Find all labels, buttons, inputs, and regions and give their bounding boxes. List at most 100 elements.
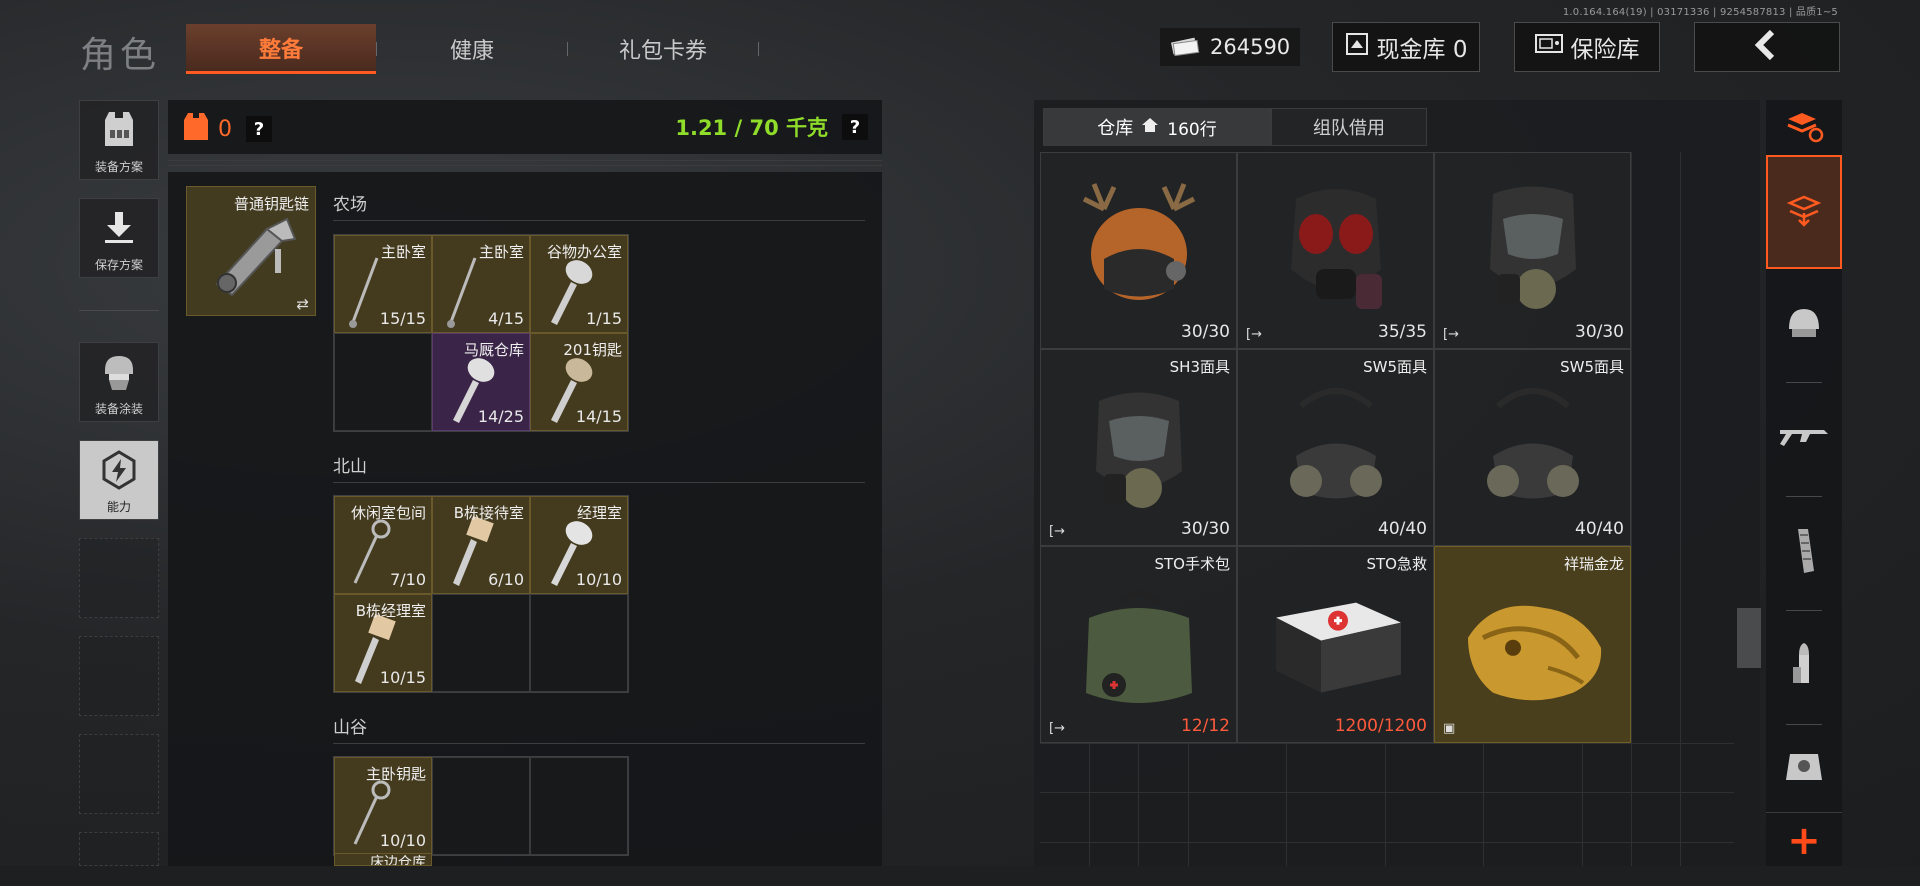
warehouse-item[interactable]: 30/30 <box>1040 152 1237 349</box>
key-name: B栋接待室 <box>453 504 524 522</box>
armor-count: 0 ? <box>182 112 272 146</box>
cash-vault-button[interactable]: 现金库 0 <box>1332 22 1480 72</box>
item-durability: 40/40 <box>1575 519 1624 539</box>
back-button[interactable] <box>1694 22 1840 72</box>
tab-equip[interactable]: 整备 <box>186 24 376 74</box>
sidebar-skin[interactable]: 装备涂装 <box>79 342 159 422</box>
tab-warehouse[interactable]: 仓库 160行 <box>1043 108 1271 146</box>
sidebar-divider <box>79 310 159 311</box>
key-name: 床边仓库 <box>370 855 426 866</box>
home-icon <box>1141 117 1159 138</box>
page-title: 角色 <box>80 35 161 76</box>
sidebar-empty-slot <box>79 832 159 866</box>
surgery-bag-icon <box>1085 589 1192 703</box>
key-name: 主卧钥匙 <box>365 765 426 783</box>
key-slot[interactable]: 主卧室 4/15 <box>432 235 530 333</box>
exit-tag-icon: [→ <box>1049 524 1065 539</box>
key-slot[interactable]: 经理室 10/10 <box>530 496 628 594</box>
key-slot[interactable]: B栋经理室 10/15 <box>334 594 432 692</box>
warehouse-item[interactable]: STO急救 1200/1200 <box>1237 546 1434 743</box>
swap-icon[interactable]: ⇄ <box>296 295 309 313</box>
warehouse-item[interactable]: SH3面具 [→ 30/30 <box>1040 349 1237 546</box>
help-icon[interactable]: ? <box>842 114 868 140</box>
sidebar-label: 保存方案 <box>94 258 143 272</box>
chevron-left-icon <box>1750 28 1784 66</box>
exit-tag-icon: [→ <box>1246 327 1262 342</box>
key-durability: 15/15 <box>379 309 426 328</box>
key-durability: 14/15 <box>575 407 622 426</box>
item-name: 祥瑞金龙 <box>1563 555 1624 573</box>
warehouse-scrollbar[interactable] <box>1737 608 1761 668</box>
category-all-button[interactable] <box>1766 155 1842 269</box>
help-icon[interactable]: ? <box>246 116 272 142</box>
header-divider <box>168 160 882 166</box>
key-slot[interactable]: B栋接待室 6/10 <box>432 496 530 594</box>
sidebar-empty-slot <box>79 538 159 618</box>
keychain-slot[interactable]: 普通钥匙链 ⇄ <box>186 186 316 316</box>
item-durability: 30/30 <box>1181 322 1230 342</box>
key-durability: 6/10 <box>488 570 524 589</box>
key-grid: 休闲室包间 7/10 B栋接待室 6/10 经理室 10/10 B栋经理室 10… <box>333 495 629 693</box>
tab-health[interactable]: 健康 <box>377 24 567 74</box>
warehouse-item[interactable]: SW5面具 40/40 <box>1434 349 1631 546</box>
category-ammo-button[interactable] <box>1766 612 1842 722</box>
sight-icon <box>1784 750 1824 788</box>
key-slot[interactable]: 谷物办公室 1/15 <box>530 235 628 333</box>
armor-vest-icon <box>101 101 137 158</box>
section-title: 北山 <box>333 457 367 477</box>
category-helmet-button[interactable] <box>1766 270 1842 380</box>
sidebar-label: 装备涂装 <box>94 402 143 416</box>
warehouse-item[interactable]: [→ 30/30 <box>1434 152 1631 349</box>
key-name: 主卧室 <box>380 243 426 261</box>
item-name: SW5面具 <box>1560 358 1624 376</box>
section-divider <box>333 482 865 483</box>
key-slot-empty[interactable] <box>530 757 628 855</box>
key-slot-empty[interactable] <box>334 333 432 431</box>
tab-team-borrow[interactable]: 组队借用 <box>1271 108 1427 146</box>
category-weapon-button[interactable] <box>1766 384 1842 494</box>
safe-box-button[interactable]: 保险库 <box>1514 22 1660 72</box>
key-slot[interactable]: 床边仓库 <box>334 853 432 866</box>
safe-box-label: 保险库 <box>1570 37 1640 63</box>
key-slot[interactable]: 201钥匙 14/15 <box>530 333 628 431</box>
half-mask-icon <box>1289 387 1382 498</box>
first-aid-case-icon <box>1275 602 1401 693</box>
category-magazine-button[interactable] <box>1766 498 1842 608</box>
vault-icon <box>1345 32 1369 62</box>
item-name: SH3面具 <box>1169 358 1230 376</box>
key-grid: 主卧钥匙 10/10 <box>333 756 629 856</box>
warehouse-item[interactable]: STO手术包 [→ 12/12 <box>1040 546 1237 743</box>
key-slot-empty[interactable] <box>530 594 628 692</box>
item-durability: 30/30 <box>1575 322 1624 342</box>
gas-mask-icon <box>1095 392 1182 508</box>
key-name: 谷物办公室 <box>546 243 622 261</box>
key-name: 马厩仓库 <box>463 341 524 359</box>
key-slot[interactable]: 主卧钥匙 10/10 <box>334 757 432 855</box>
warehouse-item[interactable]: SW5面具 40/40 <box>1237 349 1434 546</box>
sidebar-ability[interactable]: 能力 <box>79 440 159 520</box>
warehouse-grid: 30/30 [→ 35/35 [→ 30/30 SH3面具 [→ 30/30 S… <box>1040 152 1734 872</box>
cash-vault-label: 现金库 0 <box>1376 37 1468 63</box>
key-slot-empty[interactable] <box>432 757 530 855</box>
key-slot[interactable]: 马厩仓库 14/25 <box>432 333 530 431</box>
key-durability: 10/10 <box>575 570 622 589</box>
helmet-icon <box>1784 305 1824 345</box>
warehouse-item[interactable]: [→ 35/35 <box>1237 152 1434 349</box>
key-slot[interactable]: 主卧室 15/15 <box>334 235 432 333</box>
category-sight-button[interactable] <box>1766 726 1842 812</box>
sidebar-empty-slot <box>79 734 159 814</box>
key-name: 主卧室 <box>478 243 524 261</box>
sidebar-equip-plan[interactable]: 装备方案 <box>79 100 159 180</box>
warehouse-tabs: 仓库 160行 组队借用 <box>1043 108 1427 146</box>
key-slot-empty[interactable] <box>432 594 530 692</box>
main-tabs: 整备 健康 礼包卡券 <box>186 24 759 74</box>
exit-tag-icon: [→ <box>1443 327 1459 342</box>
add-button[interactable]: + <box>1766 812 1842 868</box>
category-refresh-button[interactable] <box>1766 100 1842 156</box>
key-slot[interactable]: 休闲室包间 7/10 <box>334 496 432 594</box>
equipment-header: 0 ? 1.21 / 70 千克 ? <box>168 100 882 154</box>
sidebar-save-plan[interactable]: 保存方案 <box>79 198 159 278</box>
key-durability: 14/25 <box>477 407 524 426</box>
warehouse-item[interactable]: 祥瑞金龙 ▣ <box>1434 546 1631 743</box>
tab-gift-cards[interactable]: 礼包卡券 <box>568 24 758 74</box>
